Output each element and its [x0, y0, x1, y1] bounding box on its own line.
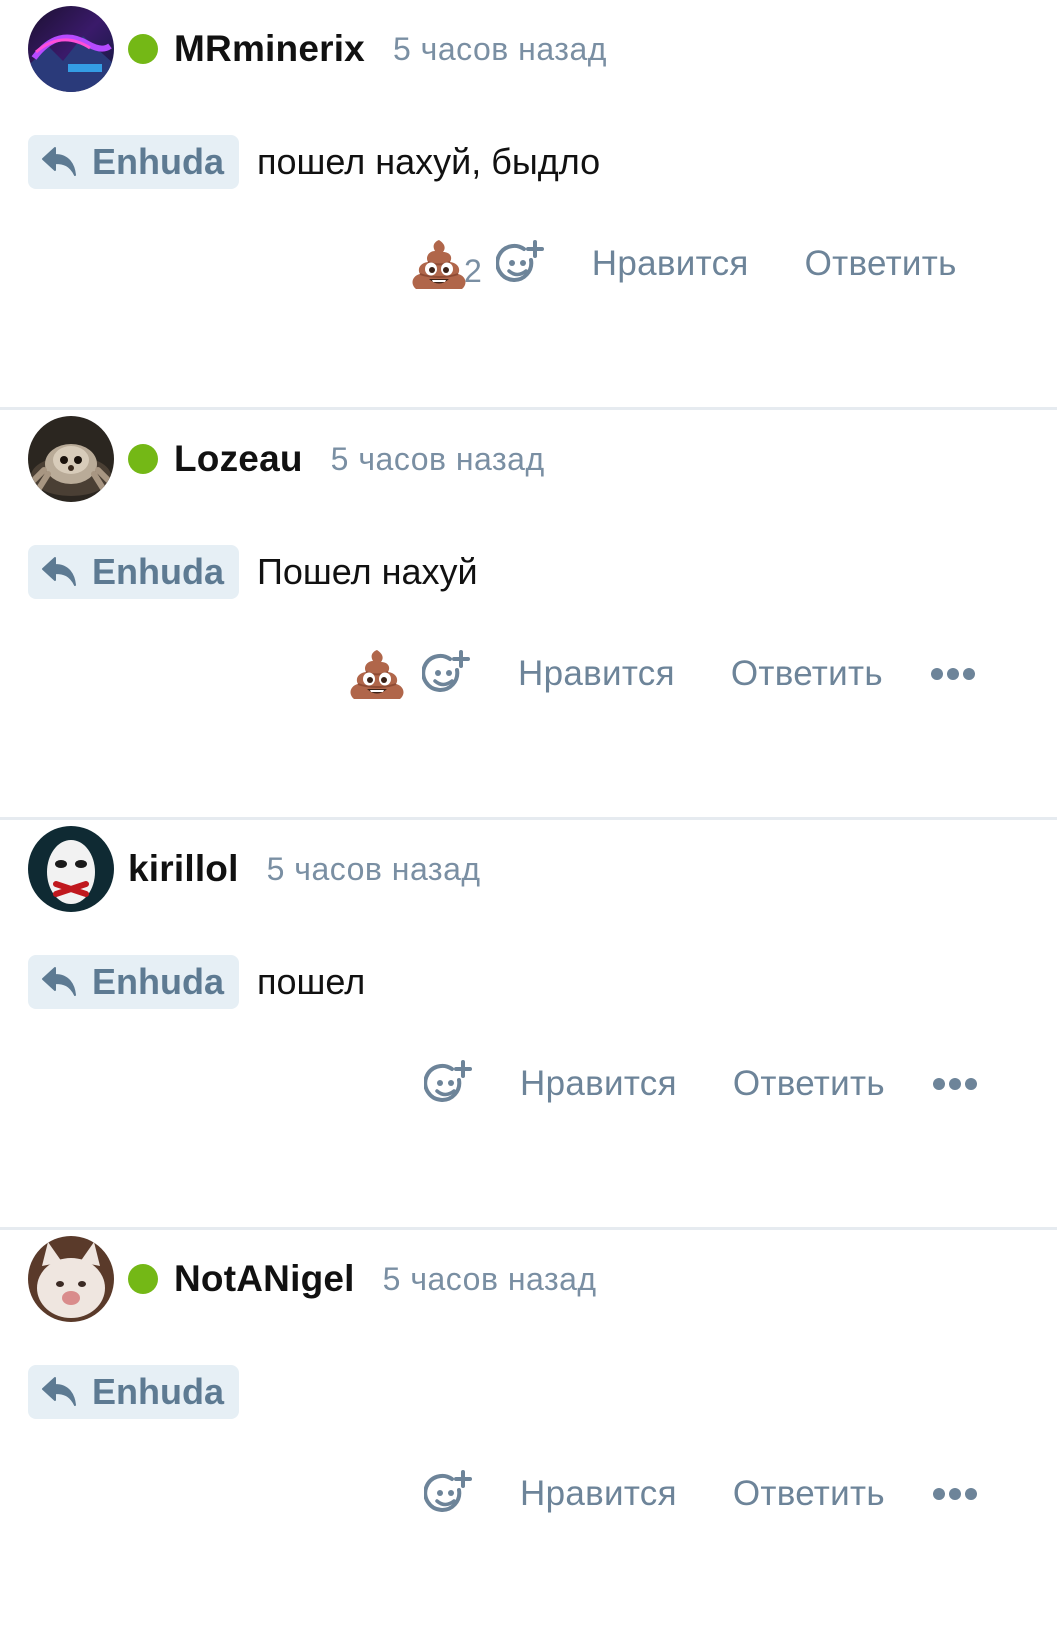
- reply-button[interactable]: Ответить: [805, 244, 957, 284]
- reply-arrow-icon: [42, 1377, 76, 1406]
- reply-button[interactable]: Ответить: [731, 654, 883, 694]
- comment-item: Lozeau 5 часов назад Enhuda Пошел нахуй: [0, 410, 1057, 820]
- comment-header: kirillol 5 часов назад: [28, 826, 481, 912]
- comment-body: Enhuda пошел нахуй, быдло: [28, 134, 600, 190]
- comment-item: MRminerix 5 часов назад Enhuda пошел нах…: [0, 0, 1057, 410]
- comment-header: NotANigel 5 часов назад: [28, 1236, 597, 1322]
- comment-actions: Нравится Ответить: [424, 1052, 977, 1116]
- avatar[interactable]: [28, 826, 114, 912]
- poop-emoji-icon: [350, 650, 404, 699]
- add-reaction-icon[interactable]: [424, 1470, 472, 1518]
- reply-to-chip[interactable]: Enhuda: [28, 135, 239, 189]
- comment-item: NotANigel 5 часов назад Enhuda Нравится …: [0, 1230, 1057, 1626]
- add-reaction-icon[interactable]: [495, 240, 544, 288]
- reply-arrow-icon: [42, 557, 76, 586]
- more-options-icon[interactable]: [930, 666, 975, 682]
- like-button[interactable]: Нравится: [592, 244, 749, 284]
- comment-header: MRminerix 5 часов назад: [28, 6, 607, 92]
- timestamp[interactable]: 5 часов назад: [331, 441, 545, 478]
- reply-to-chip[interactable]: Enhuda: [28, 1365, 239, 1419]
- reply-to-name: Enhuda: [92, 961, 224, 1002]
- comment-item: kirillol 5 часов назад Enhuda пошел Нрав…: [0, 820, 1057, 1230]
- comment-actions: 2 Нравится Ответить: [410, 232, 1005, 296]
- more-options-icon[interactable]: [932, 1076, 977, 1092]
- like-button[interactable]: Нравится: [518, 654, 675, 694]
- reply-arrow-icon: [42, 147, 76, 176]
- reaction-count: 2: [464, 253, 482, 289]
- username[interactable]: NotANigel: [174, 1258, 355, 1300]
- like-button[interactable]: Нравится: [520, 1474, 677, 1514]
- online-indicator: [128, 444, 158, 474]
- online-indicator: [128, 34, 158, 64]
- timestamp[interactable]: 5 часов назад: [267, 851, 481, 888]
- reply-button[interactable]: Ответить: [733, 1064, 885, 1104]
- avatar[interactable]: [28, 1236, 114, 1322]
- reply-arrow-icon: [42, 967, 76, 996]
- comment-text: пошел: [257, 961, 366, 1002]
- poop-emoji-icon: [412, 240, 466, 289]
- username[interactable]: Lozeau: [174, 438, 303, 480]
- comment-text: пошел нахуй, быдло: [257, 141, 601, 182]
- reaction-badge[interactable]: 2: [410, 236, 482, 292]
- reply-to-name: Enhuda: [92, 141, 224, 182]
- comment-header: Lozeau 5 часов назад: [28, 416, 545, 502]
- reply-to-chip[interactable]: Enhuda: [28, 955, 239, 1009]
- online-indicator: [128, 1264, 158, 1294]
- comment-text: Пошел нахуй: [257, 551, 478, 592]
- comment-body: Enhuda: [28, 1364, 257, 1420]
- avatar[interactable]: [28, 416, 114, 502]
- reply-button[interactable]: Ответить: [733, 1474, 885, 1514]
- more-options-icon[interactable]: [932, 1486, 977, 1502]
- avatar[interactable]: [28, 6, 114, 92]
- reaction-badge[interactable]: [348, 646, 404, 702]
- comment-body: Enhuda Пошел нахуй: [28, 544, 478, 600]
- comment-actions: Нравится Ответить: [424, 1462, 977, 1526]
- username[interactable]: MRminerix: [174, 28, 365, 70]
- comment-body: Enhuda пошел: [28, 954, 365, 1010]
- reply-to-chip[interactable]: Enhuda: [28, 545, 239, 599]
- comment-actions: Нравится Ответить: [348, 642, 975, 706]
- like-button[interactable]: Нравится: [520, 1064, 677, 1104]
- add-reaction-icon[interactable]: [424, 1060, 472, 1108]
- comments-feed: MRminerix 5 часов назад Enhuda пошел нах…: [0, 0, 1057, 1626]
- add-reaction-icon[interactable]: [422, 650, 470, 698]
- reply-to-name: Enhuda: [92, 551, 224, 592]
- timestamp[interactable]: 5 часов назад: [383, 1261, 597, 1298]
- reply-to-name: Enhuda: [92, 1371, 224, 1412]
- username[interactable]: kirillol: [128, 848, 239, 890]
- timestamp[interactable]: 5 часов назад: [393, 31, 607, 68]
